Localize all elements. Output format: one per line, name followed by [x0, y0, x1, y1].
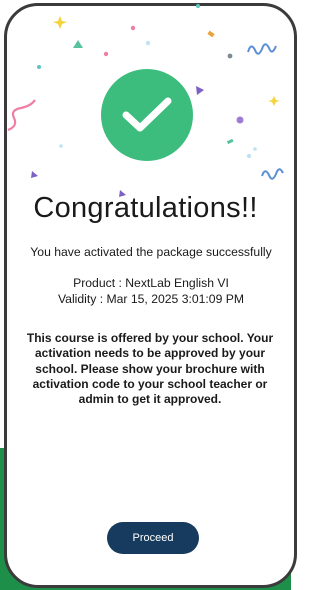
- checkmark-icon: [122, 97, 172, 132]
- validity-info: Validity : Mar 15, 2025 3:01:09 PM: [57, 292, 245, 306]
- product-info: Product : NextLab English VI: [73, 276, 229, 290]
- success-badge: [101, 69, 193, 161]
- success-message: You have activated the package successfu…: [30, 245, 272, 259]
- page-title: Congratulations!!: [33, 192, 258, 224]
- proceed-button[interactable]: Proceed: [107, 522, 199, 554]
- approval-notice: This course is offered by your school. Y…: [26, 331, 274, 407]
